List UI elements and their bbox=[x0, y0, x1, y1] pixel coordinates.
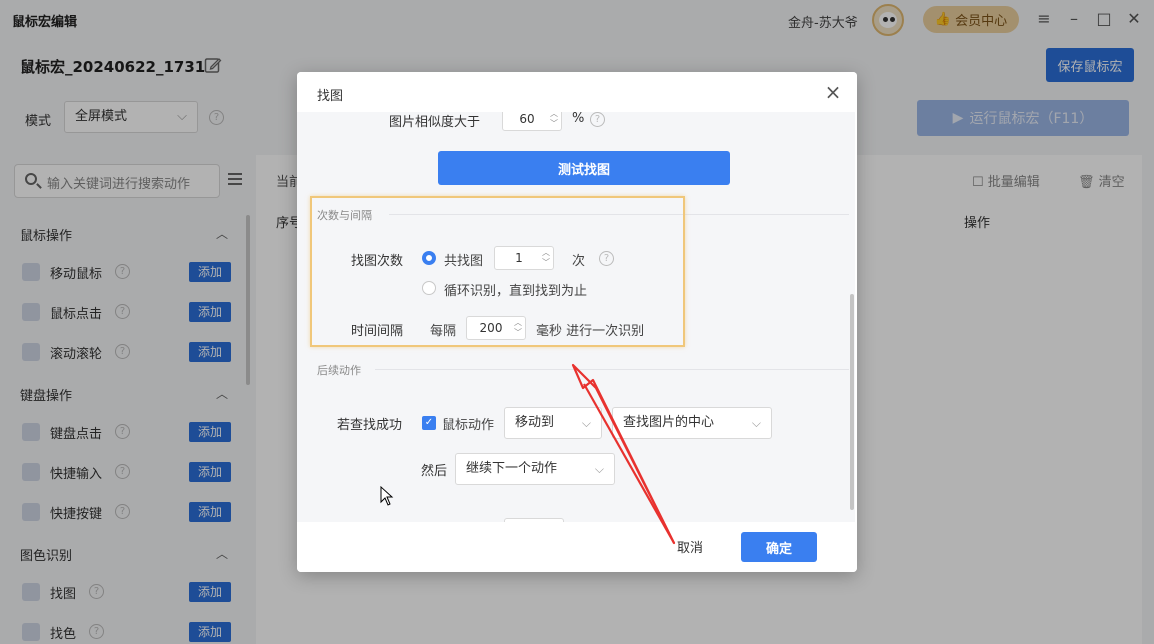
similarity-stepper[interactable]: 60 ︿ ﹀ bbox=[502, 112, 562, 131]
dialog-body: 图片相似度大于 60 ︿ ﹀ % ? 测试找图 次数与间隔 找图次数 共找图 1 … bbox=[297, 112, 855, 522]
then-label: 然后 bbox=[421, 464, 448, 479]
section-follow-title: 后续动作 bbox=[317, 364, 361, 377]
highlight-box bbox=[310, 196, 685, 347]
similarity-value: 60 bbox=[519, 112, 535, 126]
stepper-arrows-icon[interactable]: ︿ ﹀ bbox=[550, 112, 558, 129]
chevron-down-icon: ⌵ bbox=[594, 462, 604, 476]
test-find-image-button[interactable]: 测试找图 bbox=[438, 151, 730, 185]
mouse-action-select[interactable]: 移动到 ⌵ bbox=[504, 407, 602, 439]
similarity-label: 图片相似度大于 bbox=[389, 115, 481, 130]
mouse-action-select-value: 移动到 bbox=[515, 415, 555, 430]
divider bbox=[375, 369, 849, 370]
dialog-scrollbar[interactable] bbox=[850, 294, 854, 510]
move-target-select[interactable]: 查找图片的中心 ⌵ bbox=[612, 407, 772, 439]
chevron-down-icon: ⌵ bbox=[751, 416, 761, 430]
then-select-value: 继续下一个动作 bbox=[466, 461, 558, 476]
mouse-action-checkbox[interactable]: ✓ bbox=[422, 416, 436, 430]
cancel-button[interactable]: 取消 bbox=[677, 537, 703, 556]
help-icon[interactable]: ? bbox=[590, 112, 605, 127]
if-success-label: 若查找成功 bbox=[337, 418, 403, 433]
dialog-footer: 取消 确定 bbox=[297, 522, 857, 572]
mouse-action-label[interactable]: 鼠标动作 bbox=[442, 414, 494, 433]
ok-button[interactable]: 确定 bbox=[741, 532, 817, 562]
chevron-down-icon: ⌵ bbox=[581, 416, 591, 430]
move-target-select-value: 查找图片的中心 bbox=[623, 415, 715, 430]
percent-label: % bbox=[572, 112, 585, 126]
dialog-header: 找图 × bbox=[297, 72, 857, 114]
mouse-cursor-icon bbox=[380, 486, 394, 506]
then-select[interactable]: 继续下一个动作 ⌵ bbox=[455, 453, 615, 485]
dialog-title: 找图 bbox=[317, 89, 344, 104]
close-icon[interactable]: × bbox=[823, 82, 843, 102]
